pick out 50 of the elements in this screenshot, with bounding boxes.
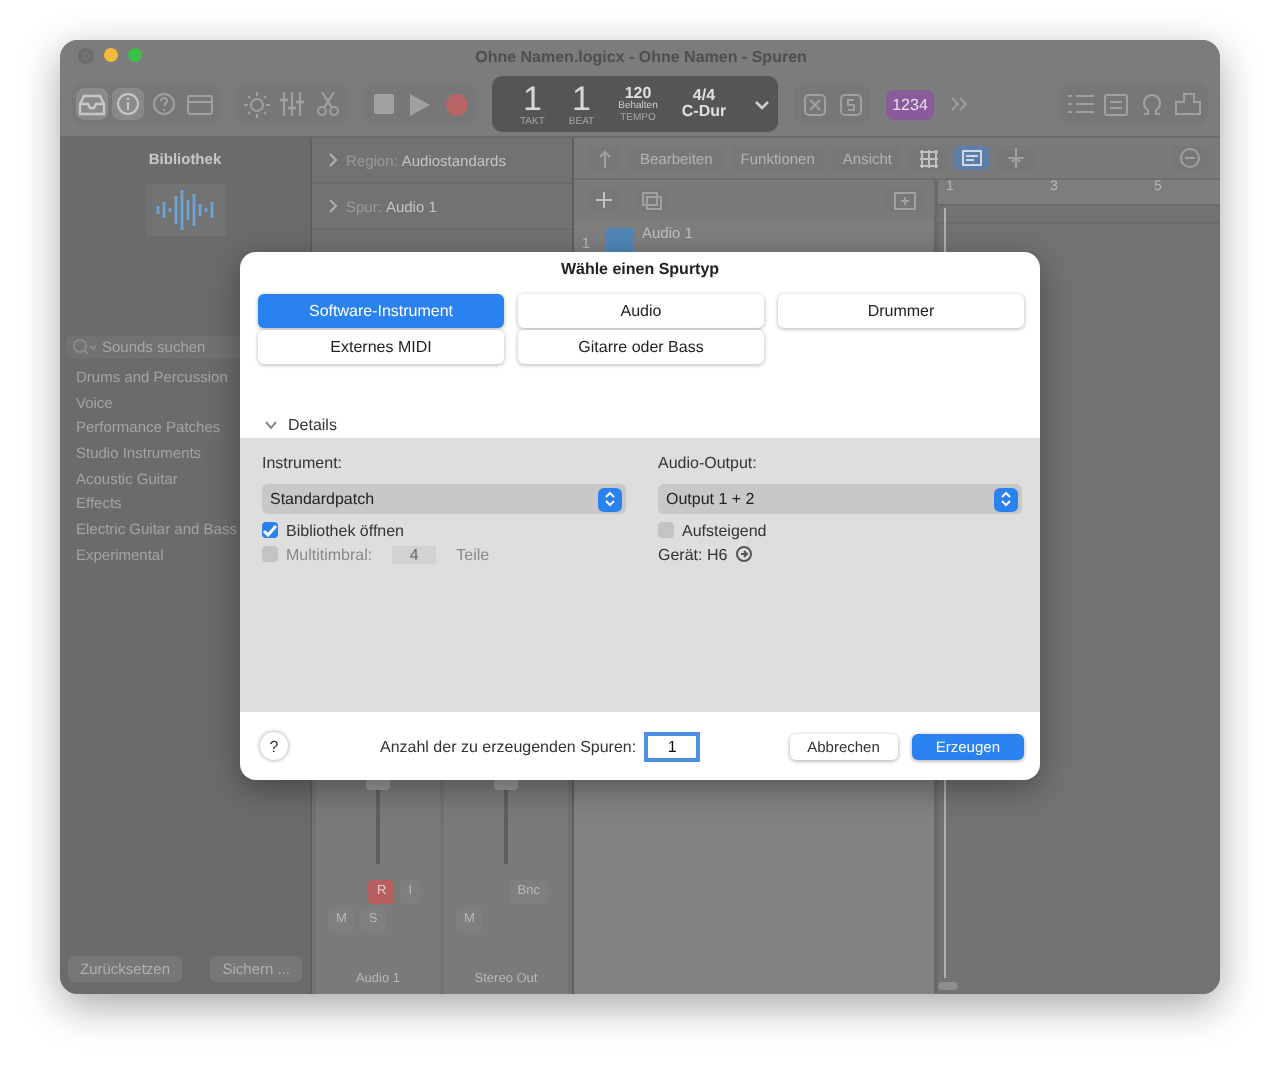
mixer-icon[interactable]: [276, 88, 308, 120]
track-type-button[interactable]: Externes MIDI: [258, 330, 504, 364]
track-count-field[interactable]: 1: [644, 731, 701, 761]
track-type-button[interactable]: Gitarre oder Bass: [518, 330, 764, 364]
help-button[interactable]: ?: [260, 732, 288, 760]
tempo-value: 120: [624, 85, 652, 101]
audio-output-label: Audio-Output:: [658, 454, 759, 476]
parts-field[interactable]: 4: [392, 545, 437, 563]
audio-output-popup[interactable]: Output 1 + 2: [658, 484, 1022, 514]
brightness-icon[interactable]: [240, 88, 272, 120]
disclosure-icon[interactable]: [328, 152, 338, 168]
info-icon[interactable]: [112, 88, 144, 120]
scissors-icon[interactable]: [312, 88, 344, 120]
arrow-circle-icon[interactable]: [735, 546, 752, 562]
track-type-button[interactable]: Drummer: [778, 294, 1024, 328]
device-label: Gerät: H6: [658, 545, 728, 563]
stepper-icon: [598, 487, 622, 511]
help-icon[interactable]: [148, 88, 180, 120]
parts-unit: Teile: [456, 545, 490, 563]
checkbox-label: Bibliothek öffnen: [286, 521, 405, 539]
zoom-button[interactable]: [128, 48, 142, 62]
disclosure-icon[interactable]: [328, 198, 338, 214]
folder-icon[interactable]: [886, 188, 922, 212]
checkbox[interactable]: [262, 522, 278, 538]
notepad-icon[interactable]: [1100, 88, 1132, 120]
beat-number: 1: [572, 81, 591, 115]
instrument-label: Instrument:: [262, 454, 345, 476]
record-icon[interactable]: [440, 88, 472, 120]
library-icon[interactable]: [76, 88, 108, 120]
details-toggle[interactable]: Details: [240, 410, 1040, 438]
stop-icon[interactable]: [368, 88, 400, 120]
time-signature: 4/4: [692, 88, 716, 104]
chevron-down-icon[interactable]: [754, 99, 771, 109]
minimize-button[interactable]: [104, 48, 118, 62]
key-signature: C-Dur: [681, 104, 727, 120]
checkbox[interactable]: [658, 522, 674, 538]
stepper-icon: [994, 487, 1018, 511]
track-type-button[interactable]: Audio: [518, 294, 764, 328]
double-chevron-icon[interactable]: [949, 96, 968, 112]
track-count-label: Anzahl der zu erzeugenden Spuren:: [380, 737, 637, 755]
checkbox-label: Aufsteigend: [682, 521, 767, 539]
search-icon: [72, 338, 96, 356]
track-view-icon[interactable]: [954, 146, 990, 170]
count-in-badge[interactable]: 1234: [886, 89, 934, 119]
bar-number: 1: [522, 81, 542, 115]
track-type-button[interactable]: Software-Instrument: [258, 294, 504, 328]
checkbox-label: Multitimbral:: [286, 545, 373, 563]
chevron-down-icon: [264, 419, 278, 429]
checkbox[interactable]: [262, 546, 278, 562]
instrument-popup[interactable]: Standardpatch: [262, 484, 626, 514]
